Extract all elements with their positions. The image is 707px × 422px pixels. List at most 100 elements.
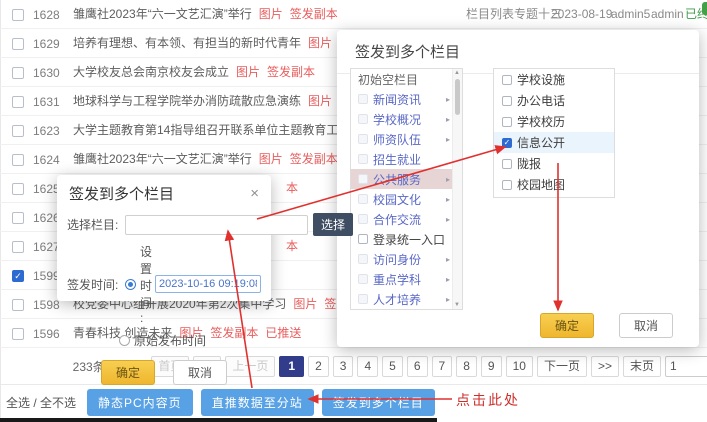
- page-number-button[interactable]: 3: [333, 356, 354, 377]
- column-tree-item[interactable]: 合作交流▸: [351, 209, 453, 229]
- chevron-right-icon: ▸: [446, 295, 450, 304]
- column-tree-item[interactable]: 校园文化▸: [351, 189, 453, 209]
- next-page-button[interactable]: 下一页: [537, 356, 587, 377]
- set-time-option-label: 设置时间 :: [140, 243, 152, 325]
- column-tree-item[interactable]: 重点学科▸: [351, 269, 453, 289]
- sub-column-item[interactable]: 陇报: [494, 153, 614, 174]
- row-id: 1629: [33, 30, 67, 58]
- sub-column-item[interactable]: 学校设施: [494, 69, 614, 90]
- column-tree-item[interactable]: 访问身份 ▸: [351, 249, 453, 269]
- column-tree-items: 初始空栏目新闻资讯▸学校概况▸师资队伍▸招生就业公共服务▸校园文化▸合作交流▸登…: [351, 69, 453, 309]
- row-tag: 图片: [259, 152, 283, 166]
- column-checkbox[interactable]: [358, 174, 368, 184]
- row-checkbox[interactable]: [12, 154, 24, 166]
- column-checkbox[interactable]: [358, 254, 368, 264]
- page-number-button[interactable]: 6: [407, 356, 428, 377]
- row-checkbox[interactable]: [12, 299, 24, 311]
- multi-column-picker-dialog: 签发到多个栏目 初始空栏目新闻资讯▸学校概况▸师资队伍▸招生就业公共服务▸校园文…: [337, 30, 699, 347]
- row-checkbox[interactable]: [12, 270, 24, 282]
- goto-page-input[interactable]: [665, 356, 707, 377]
- row-tags: 本: [279, 181, 298, 195]
- sub-column-label: 办公电话: [517, 92, 565, 109]
- select-all-toggle[interactable]: 全选 / 全不选: [6, 394, 76, 411]
- chevron-right-icon: ▸: [446, 255, 450, 264]
- column-checkbox[interactable]: [358, 194, 368, 204]
- page-number-button[interactable]: 2: [308, 356, 329, 377]
- row-checkbox[interactable]: [12, 183, 24, 195]
- last-page-button[interactable]: 末页: [623, 356, 661, 377]
- column-select-input[interactable]: [125, 215, 308, 235]
- row-checkbox[interactable]: [12, 212, 24, 224]
- close-icon[interactable]: ×: [250, 186, 259, 201]
- page-number-button[interactable]: 9: [481, 356, 502, 377]
- row-checkbox[interactable]: [12, 67, 24, 79]
- row-checkbox[interactable]: [12, 328, 24, 340]
- fast-next-button[interactable]: >>: [591, 356, 619, 377]
- page-number-button[interactable]: 1: [279, 356, 304, 377]
- column-checkbox[interactable]: [358, 134, 368, 144]
- page-number-button[interactable]: 8: [456, 356, 477, 377]
- row-tag: 签发副本: [290, 152, 338, 166]
- page-number-button[interactable]: 10: [506, 356, 533, 377]
- row-checkbox[interactable]: [12, 241, 24, 253]
- column-tree-item[interactable]: 学校概况▸: [351, 109, 453, 129]
- column-checkbox[interactable]: [358, 154, 368, 164]
- row-checkbox[interactable]: [12, 38, 24, 50]
- sub-column-item[interactable]: 信息公开: [494, 132, 614, 153]
- column-tree-item[interactable]: 师资队伍▸: [351, 129, 453, 149]
- sign-to-multi-columns-button[interactable]: 签发到多个栏目: [322, 389, 435, 416]
- page-number-button[interactable]: 7: [432, 356, 453, 377]
- row-checkbox[interactable]: [12, 9, 24, 21]
- choose-button[interactable]: 选择: [313, 213, 353, 236]
- row-title[interactable]: 培养有理想、有本领、有担当的新时代青年: [73, 36, 301, 50]
- sub-column-checkbox[interactable]: [502, 96, 512, 106]
- row-checkbox[interactable]: [12, 96, 24, 108]
- column-tree-item[interactable]: 登录统一入口: [351, 229, 453, 249]
- sub-column-checkbox[interactable]: [502, 117, 512, 127]
- column-checkbox[interactable]: [358, 294, 368, 304]
- row-title[interactable]: 雏鹰社2023年“六一文艺汇演”举行: [73, 7, 252, 21]
- column-label: 访问身份: [373, 251, 421, 268]
- push-data-button[interactable]: 直推数据至分站: [201, 389, 314, 416]
- column-select-label: 选择栏目:: [67, 216, 125, 233]
- column-checkbox[interactable]: [358, 274, 368, 284]
- page-number-button[interactable]: 4: [357, 356, 378, 377]
- confirm-button[interactable]: 确定: [540, 313, 594, 338]
- row-tag: 图片: [293, 297, 317, 311]
- scrollbar-thumb[interactable]: [455, 79, 460, 115]
- set-time-radio[interactable]: [125, 279, 136, 290]
- sub-column-item[interactable]: 办公电话: [494, 90, 614, 111]
- column-checkbox[interactable]: [358, 234, 368, 244]
- sub-column-checkbox[interactable]: [502, 138, 512, 148]
- column-tree-item[interactable]: 公共服务▸: [351, 169, 453, 189]
- row-tag: 签发副本: [290, 7, 338, 21]
- column-checkbox[interactable]: [358, 114, 368, 124]
- column-checkbox[interactable]: [358, 94, 368, 104]
- row-id: 1623: [33, 117, 67, 145]
- row-title[interactable]: 大学校友总会南京校友会成立: [73, 65, 229, 79]
- cancel-button[interactable]: 取消: [173, 360, 227, 385]
- bottom-dark-strip: [0, 418, 437, 422]
- sign-time-input[interactable]: [155, 275, 261, 293]
- static-pc-page-button[interactable]: 静态PC内容页: [87, 389, 193, 416]
- column-tree-item[interactable]: 初始空栏目: [351, 69, 453, 89]
- cancel-button[interactable]: 取消: [619, 313, 673, 338]
- column-tree-item[interactable]: 新闻资讯▸: [351, 89, 453, 109]
- sub-column-item[interactable]: 校园地图: [494, 174, 614, 195]
- column-tree-item[interactable]: 人才培养▸: [351, 289, 453, 309]
- row-title[interactable]: 雏鹰社2023年“六一文艺汇演”举行: [73, 152, 252, 166]
- confirm-button[interactable]: 确定: [101, 360, 155, 385]
- table-row[interactable]: 1628雏鹰社2023年“六一文艺汇演”举行图片签发副本栏目列表专题十三2023…: [0, 0, 707, 29]
- page-number-button[interactable]: 5: [382, 356, 403, 377]
- sub-column-checkbox[interactable]: [502, 75, 512, 85]
- sub-column-checkbox[interactable]: [502, 159, 512, 169]
- column-checkbox[interactable]: [358, 214, 368, 224]
- sub-column-item[interactable]: 学校校历: [494, 111, 614, 132]
- original-time-radio[interactable]: [119, 335, 130, 346]
- row-checkbox[interactable]: [12, 125, 24, 137]
- column-tree-item[interactable]: 招生就业: [351, 149, 453, 169]
- scrollbar[interactable]: [452, 69, 462, 309]
- row-title[interactable]: 地球科学与工程学院举办消防疏散应急演练: [73, 94, 301, 108]
- sub-column-checkbox[interactable]: [502, 180, 512, 190]
- status-edge-button[interactable]: [702, 2, 707, 15]
